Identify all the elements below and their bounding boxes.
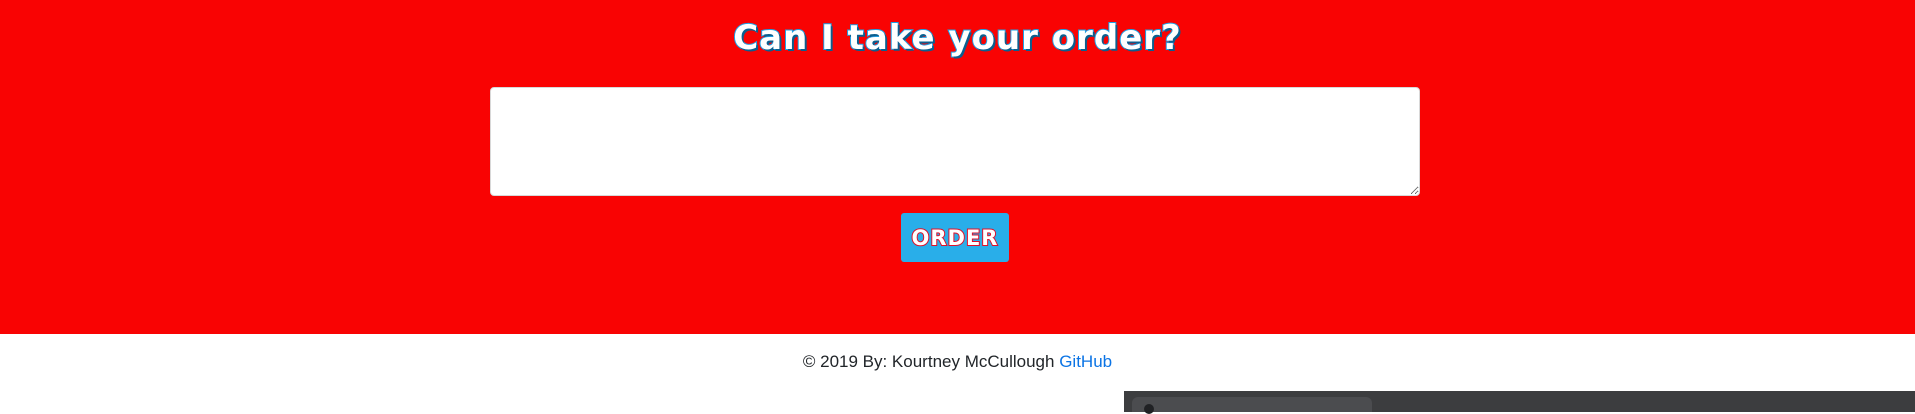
footer: © 2019 By: Kourtney McCullough GitHub — [0, 352, 1915, 372]
copyright-text: © 2019 By: Kourtney McCullough — [802, 352, 1055, 371]
github-link[interactable]: GitHub — [1059, 352, 1112, 371]
order-input[interactable] — [490, 87, 1420, 196]
browser-bottom-bar — [1124, 391, 1915, 414]
page-title: Can I take your order? — [732, 17, 1182, 59]
browser-tab[interactable] — [1132, 397, 1372, 414]
tab-favicon-icon — [1144, 404, 1154, 414]
order-hero: Can I take your order? ORDER — [0, 0, 1915, 334]
order-button[interactable]: ORDER — [901, 213, 1009, 262]
